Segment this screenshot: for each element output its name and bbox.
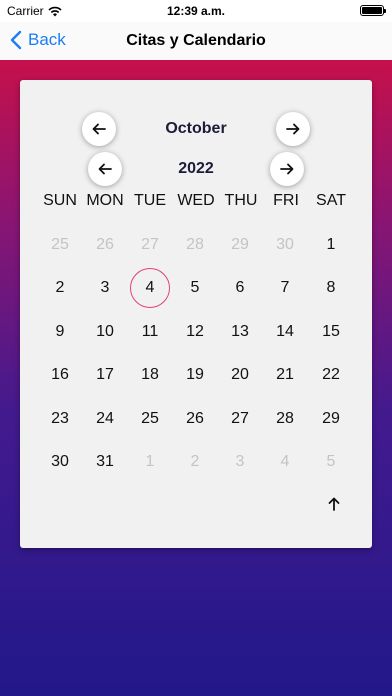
calendar-day[interactable]: 3 <box>85 268 125 308</box>
calendar-day: 27 <box>141 236 159 253</box>
next-month-button[interactable] <box>276 112 310 146</box>
calendar-day[interactable]: 26 <box>175 399 215 439</box>
status-time: 12:39 a.m. <box>166 4 226 18</box>
scroll-up-button[interactable] <box>324 494 344 514</box>
calendar-day[interactable]: 22 <box>311 355 351 395</box>
calendar-day[interactable]: 11 <box>130 312 170 352</box>
calendar-day: 5 <box>326 453 336 470</box>
calendar-day[interactable]: 25 <box>130 399 170 439</box>
next-year-button[interactable] <box>270 152 304 186</box>
arrow-up-icon <box>328 497 340 511</box>
calendar-day[interactable]: 10 <box>85 312 125 352</box>
calendar-day[interactable]: 19 <box>175 355 215 395</box>
calendar-day[interactable]: 6 <box>220 268 260 308</box>
calendar-day[interactable]: 30 <box>40 442 80 482</box>
calendar-day[interactable]: 15 <box>311 312 351 352</box>
year-label: 2022 <box>178 160 214 177</box>
calendar-day[interactable]: 21 <box>265 355 305 395</box>
weekday-sun: SUN <box>43 192 77 209</box>
calendar-day: 25 <box>51 236 69 253</box>
weekday-tue: TUE <box>134 192 166 209</box>
calendar-day[interactable]: 2 <box>40 268 80 308</box>
navigation-bar: Back Citas y Calendario <box>0 22 392 61</box>
calendar-day[interactable]: 1 <box>311 225 351 265</box>
calendar-day[interactable]: 4 <box>130 268 170 308</box>
weekday-mon: MON <box>86 192 124 209</box>
calendar-day[interactable]: 13 <box>220 312 260 352</box>
weekday-sat: SAT <box>316 192 346 209</box>
calendar-day: 26 <box>96 236 114 253</box>
calendar-day[interactable]: 27 <box>220 399 260 439</box>
weekday-wed: WED <box>177 192 215 209</box>
calendar-day: 1 <box>145 453 155 470</box>
month-label: October <box>165 120 227 137</box>
calendar-day[interactable]: 12 <box>175 312 215 352</box>
calendar-day[interactable]: 17 <box>85 355 125 395</box>
calendar-day[interactable]: 14 <box>265 312 305 352</box>
weekday-thu: THU <box>224 192 258 209</box>
calendar-day: 28 <box>186 236 204 253</box>
calendar-day[interactable]: 9 <box>40 312 80 352</box>
calendar-day[interactable]: 20 <box>220 355 260 395</box>
weekday-fri: FRI <box>273 192 299 209</box>
calendar-day[interactable]: 23 <box>40 399 80 439</box>
calendar-day: 3 <box>235 453 245 470</box>
calendar-day[interactable]: 28 <box>265 399 305 439</box>
status-bar: Carrier 12:39 a.m. <box>0 0 392 22</box>
calendar-day[interactable]: 16 <box>40 355 80 395</box>
battery-icon <box>360 5 386 16</box>
calendar-day[interactable]: 24 <box>85 399 125 439</box>
calendar-day: 2 <box>190 453 200 470</box>
arrow-right-icon <box>280 163 294 175</box>
arrow-right-icon <box>286 123 300 135</box>
calendar-day: 30 <box>276 236 294 253</box>
calendar-card: October 2022 SUN MON TUE WED THU FRI SAT… <box>20 80 372 548</box>
calendar-day[interactable]: 8 <box>311 268 351 308</box>
calendar-day: 29 <box>231 236 249 253</box>
calendar-day[interactable]: 29 <box>311 399 351 439</box>
page-title: Citas y Calendario <box>126 32 266 49</box>
calendar-day: 4 <box>280 453 290 470</box>
calendar-day[interactable]: 31 <box>85 442 125 482</box>
calendar-day[interactable]: 5 <box>175 268 215 308</box>
calendar-day[interactable]: 7 <box>265 268 305 308</box>
calendar-day[interactable]: 18 <box>130 355 170 395</box>
